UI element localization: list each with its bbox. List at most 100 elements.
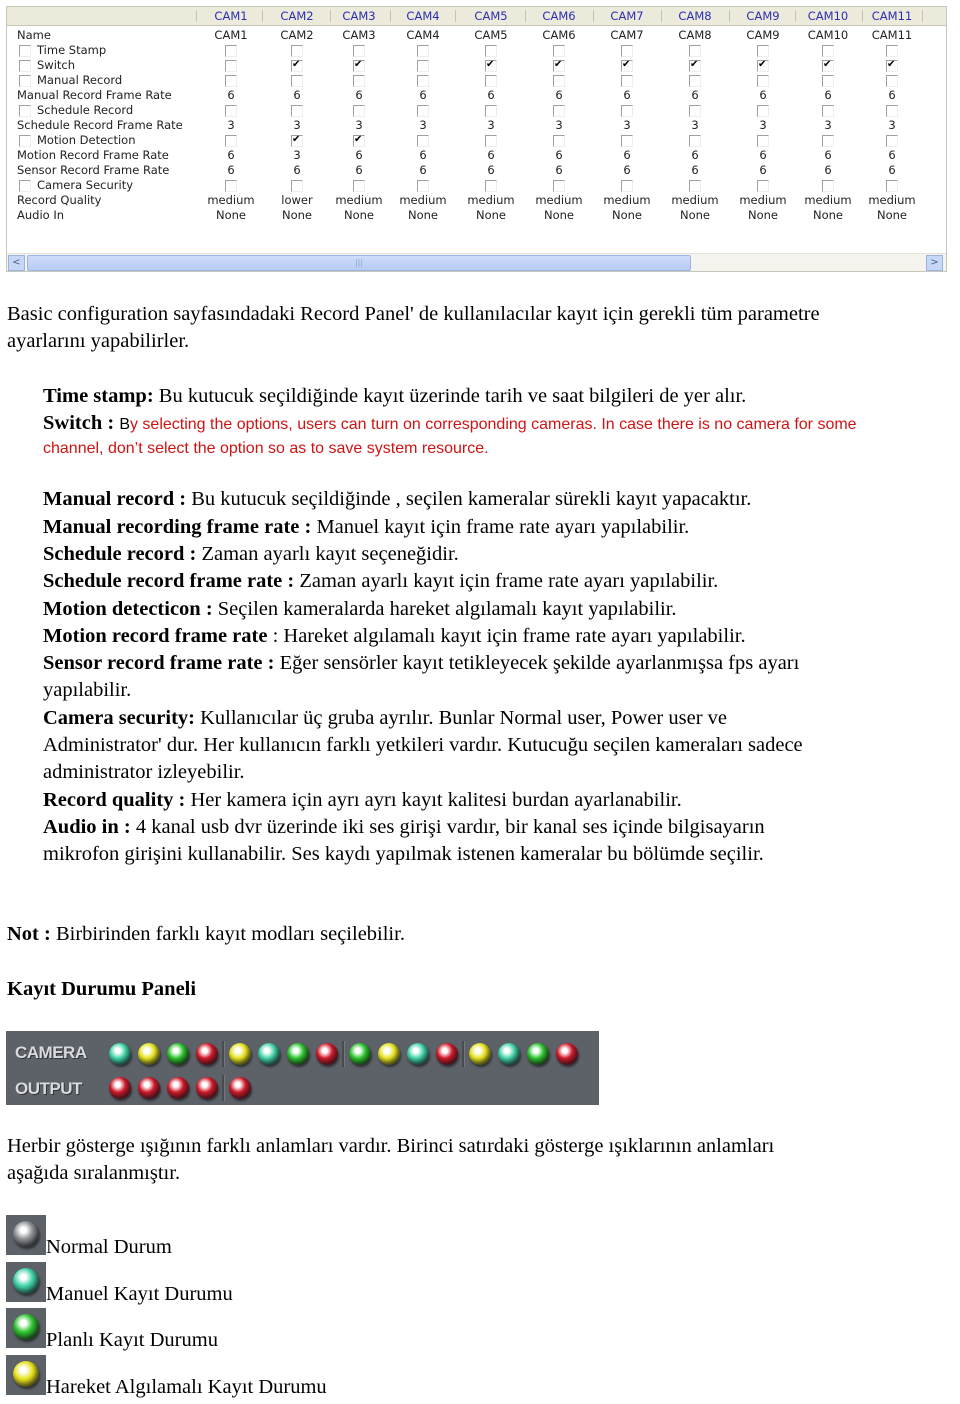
column-header-cam6[interactable]: CAM6 xyxy=(527,9,591,23)
cell-checkbox[interactable] xyxy=(353,74,365,87)
cell-checkbox[interactable] xyxy=(553,74,565,87)
cell-checkbox[interactable] xyxy=(417,179,429,192)
cell-value[interactable]: None xyxy=(459,208,523,222)
cell-checkbox[interactable] xyxy=(886,104,898,117)
column-header-cam1[interactable]: CAM1 xyxy=(199,9,263,23)
cell-value[interactable]: 6 xyxy=(459,88,523,102)
cell-value[interactable]: 6 xyxy=(199,163,263,177)
cell-value[interactable]: medium xyxy=(527,193,591,207)
cell-value[interactable]: 6 xyxy=(796,148,860,162)
cell-value[interactable]: 6 xyxy=(199,148,263,162)
cell-checkbox[interactable] xyxy=(886,179,898,192)
cell-value[interactable]: 6 xyxy=(199,88,263,102)
row-select-all-checkbox[interactable] xyxy=(19,59,31,72)
cell-value[interactable]: 6 xyxy=(265,88,329,102)
row-select-all-checkbox[interactable] xyxy=(19,104,31,117)
row-select-all-checkbox[interactable] xyxy=(19,179,31,192)
column-header-cam5[interactable]: CAM5 xyxy=(459,9,523,23)
cell-checkbox[interactable] xyxy=(225,134,237,147)
cell-value[interactable]: 6 xyxy=(327,163,391,177)
cell-value[interactable]: 6 xyxy=(327,148,391,162)
cell-value[interactable]: None xyxy=(860,208,924,222)
cell-checkbox[interactable] xyxy=(822,59,834,72)
cell-value[interactable]: 3 xyxy=(595,118,659,132)
cell-value[interactable]: None xyxy=(595,208,659,222)
cell-value[interactable]: 6 xyxy=(391,148,455,162)
cell-checkbox[interactable] xyxy=(689,104,701,117)
cell-value[interactable]: 6 xyxy=(595,88,659,102)
cell-value[interactable]: medium xyxy=(327,193,391,207)
column-header-cam11[interactable]: CAM11 xyxy=(860,9,924,23)
cell-checkbox[interactable] xyxy=(822,104,834,117)
cell-checkbox[interactable] xyxy=(757,179,769,192)
cell-checkbox[interactable] xyxy=(757,104,769,117)
cell-value[interactable]: 6 xyxy=(860,148,924,162)
row-select-all-checkbox[interactable] xyxy=(19,134,31,147)
cell-checkbox[interactable] xyxy=(353,44,365,57)
cell-value[interactable]: 6 xyxy=(731,163,795,177)
cell-value[interactable]: medium xyxy=(796,193,860,207)
cell-value[interactable]: 6 xyxy=(796,88,860,102)
cell-value[interactable]: medium xyxy=(391,193,455,207)
cell-value[interactable]: lower xyxy=(265,193,329,207)
cell-value[interactable]: 6 xyxy=(860,88,924,102)
cell-value[interactable]: 6 xyxy=(860,163,924,177)
cell-value[interactable]: 6 xyxy=(265,163,329,177)
cell-value[interactable]: medium xyxy=(199,193,263,207)
cell-checkbox[interactable] xyxy=(757,59,769,72)
column-header-cam10[interactable]: CAM10 xyxy=(796,9,860,23)
cell-checkbox[interactable] xyxy=(485,59,497,72)
cell-value[interactable]: 6 xyxy=(527,88,591,102)
cell-checkbox[interactable] xyxy=(621,134,633,147)
cell-checkbox[interactable] xyxy=(225,179,237,192)
cell-checkbox[interactable] xyxy=(621,179,633,192)
cell-value[interactable]: 6 xyxy=(527,148,591,162)
cell-value[interactable]: None xyxy=(327,208,391,222)
cell-checkbox[interactable] xyxy=(225,104,237,117)
horizontal-scrollbar[interactable]: < ||| > xyxy=(7,253,946,271)
cell-value[interactable]: medium xyxy=(459,193,523,207)
cell-checkbox[interactable] xyxy=(689,179,701,192)
cell-checkbox[interactable] xyxy=(689,74,701,87)
cell-checkbox[interactable] xyxy=(225,74,237,87)
cell-checkbox[interactable] xyxy=(553,104,565,117)
cell-checkbox[interactable] xyxy=(417,74,429,87)
cell-value[interactable]: 6 xyxy=(595,163,659,177)
cell-checkbox[interactable] xyxy=(225,44,237,57)
cell-value[interactable]: 6 xyxy=(731,88,795,102)
cell-value[interactable]: 3 xyxy=(663,118,727,132)
cell-checkbox[interactable] xyxy=(886,134,898,147)
cell-checkbox[interactable] xyxy=(291,74,303,87)
cell-value[interactable]: 6 xyxy=(731,148,795,162)
cell-value[interactable]: 3 xyxy=(731,118,795,132)
cell-value[interactable]: 3 xyxy=(199,118,263,132)
row-select-all-checkbox[interactable] xyxy=(19,44,31,57)
cell-checkbox[interactable] xyxy=(553,44,565,57)
column-header-cam8[interactable]: CAM8 xyxy=(663,9,727,23)
cell-checkbox[interactable] xyxy=(485,104,497,117)
cell-checkbox[interactable] xyxy=(417,104,429,117)
column-header-cam7[interactable]: CAM7 xyxy=(595,9,659,23)
cell-value[interactable]: 6 xyxy=(663,148,727,162)
cell-checkbox[interactable] xyxy=(757,44,769,57)
cell-value[interactable]: 6 xyxy=(327,88,391,102)
cell-value[interactable]: 3 xyxy=(327,118,391,132)
cell-checkbox[interactable] xyxy=(886,59,898,72)
cell-checkbox[interactable] xyxy=(689,44,701,57)
cell-checkbox[interactable] xyxy=(621,59,633,72)
cell-checkbox[interactable] xyxy=(822,134,834,147)
cell-value[interactable]: None xyxy=(527,208,591,222)
cell-checkbox[interactable] xyxy=(353,59,365,72)
cell-value[interactable]: 6 xyxy=(459,148,523,162)
cell-checkbox[interactable] xyxy=(291,134,303,147)
row-select-all-checkbox[interactable] xyxy=(19,74,31,87)
scroll-left-button[interactable]: < xyxy=(8,255,25,271)
cell-checkbox[interactable] xyxy=(757,134,769,147)
cell-value[interactable]: None xyxy=(663,208,727,222)
cell-value[interactable]: 3 xyxy=(796,118,860,132)
cell-value[interactable]: 3 xyxy=(459,118,523,132)
cell-checkbox[interactable] xyxy=(291,104,303,117)
cell-checkbox[interactable] xyxy=(291,59,303,72)
cell-checkbox[interactable] xyxy=(553,59,565,72)
cell-checkbox[interactable] xyxy=(353,179,365,192)
